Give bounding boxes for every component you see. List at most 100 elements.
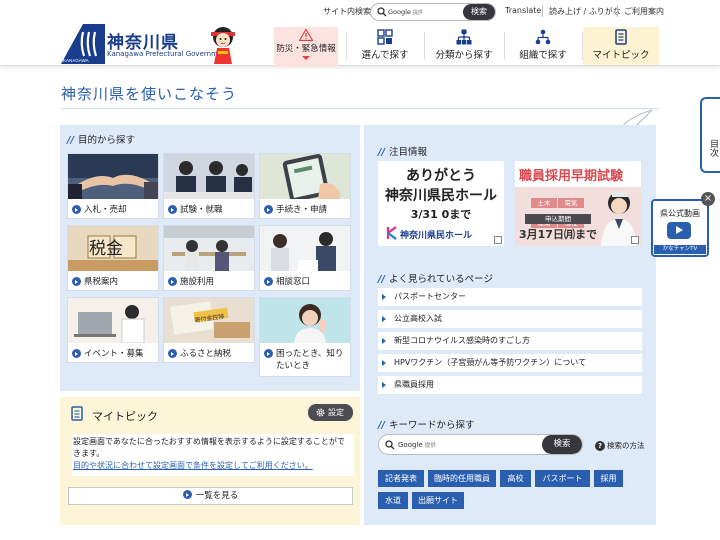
card-furusato[interactable]: 寄付金控除 ふるさと納税 bbox=[163, 297, 255, 363]
arrow-icon bbox=[382, 316, 386, 322]
banner-kenmin-hall[interactable]: ありがとう 神奈川県民ホール 3/31 0まで 神奈川県民ホール bbox=[378, 161, 504, 246]
grid-icon bbox=[377, 29, 393, 45]
slash-icon: // bbox=[378, 274, 385, 285]
consultation-photo bbox=[260, 226, 350, 271]
arrow-icon bbox=[72, 349, 81, 358]
keyword-tag[interactable]: 臨時的任用職員 bbox=[428, 470, 496, 487]
card-exam[interactable]: 試験・就職 bbox=[163, 153, 255, 219]
usage-guide-link[interactable]: ご利用案内 bbox=[624, 6, 664, 17]
divider bbox=[542, 5, 543, 17]
site-search-label: サイト内検索 bbox=[323, 7, 371, 16]
card-label: 困ったとき、知りたいとき bbox=[260, 343, 350, 377]
mytopic-settings-link[interactable]: 目的や状況に合わせて設定画面で条件を設定してご利用ください。 bbox=[73, 461, 313, 470]
video-widget-title: 県公式動画 bbox=[660, 209, 700, 218]
banner-logo-text: 神奈川県民ホール bbox=[400, 231, 473, 241]
arrow-icon bbox=[264, 277, 273, 286]
divider bbox=[504, 32, 505, 60]
video-channel-label: かなチャンTV bbox=[654, 245, 706, 254]
arrow-icon bbox=[72, 205, 81, 214]
slash-icon: // bbox=[378, 147, 385, 158]
prefecture-logo[interactable]: KANAGAWA bbox=[61, 24, 105, 64]
nav-mytopic-label: マイトピック bbox=[592, 50, 650, 61]
divider bbox=[617, 5, 618, 17]
card-consultation[interactable]: 相談窓口 bbox=[259, 225, 351, 291]
close-icon[interactable]: × bbox=[701, 192, 715, 206]
utility-bar: サイト内検索 Google 提供 検索 Translate 読み上げ / ふりがな… bbox=[0, 0, 720, 24]
site-search-input[interactable]: Google 提供 検索 bbox=[370, 3, 496, 21]
card-label: 相談窓口 bbox=[260, 271, 350, 292]
popular-link[interactable]: HPVワクチン（子宮頸がん等予防ワクチン）について bbox=[378, 354, 642, 372]
disaster-info-button[interactable]: 防災・緊急情報 bbox=[274, 27, 338, 67]
toc-tab[interactable]: 目次 bbox=[700, 97, 720, 173]
nav-choose[interactable]: 選んで探す bbox=[350, 27, 420, 65]
card-label: 手続き・申請 bbox=[260, 199, 350, 220]
popular-link[interactable]: 県職員採用 bbox=[378, 376, 642, 394]
external-link-icon bbox=[494, 236, 502, 244]
popular-link[interactable]: パスポートセンター bbox=[378, 288, 642, 306]
external-link-icon bbox=[631, 236, 639, 244]
mascot-character bbox=[211, 27, 235, 64]
keyword-search-input[interactable]: Google 提供 検索 bbox=[378, 434, 583, 455]
search-placeholder: Google 提供 bbox=[388, 8, 423, 16]
nav-organization[interactable]: 組織で探す bbox=[508, 27, 578, 65]
keyword-tag[interactable]: 高校 bbox=[500, 470, 531, 487]
keyword-tag[interactable]: 採用 bbox=[594, 470, 623, 487]
tree-icon bbox=[456, 29, 472, 45]
mytopic-panel: マイトピック 設定 設定画面であなたに合ったおすすめ情報を表示するように設定する… bbox=[60, 397, 360, 525]
woman-thinking-photo bbox=[260, 298, 350, 343]
translate-link[interactable]: Translate bbox=[505, 6, 541, 15]
kenmin-hall-logo-icon bbox=[386, 226, 397, 240]
book-icon bbox=[71, 406, 83, 421]
caret-down-icon bbox=[302, 56, 310, 60]
card-facility[interactable]: 施設利用 bbox=[163, 225, 255, 291]
svg-text:KANAGAWA: KANAGAWA bbox=[63, 58, 89, 63]
search-placeholder: Google 提供 bbox=[398, 441, 436, 449]
banner-line2: 神奈川県民ホール bbox=[385, 188, 497, 204]
keyword-tag[interactable]: 出願サイト bbox=[412, 492, 464, 509]
play-icon bbox=[667, 222, 691, 239]
view-list-label: 一覧を見る bbox=[195, 491, 239, 501]
org-icon bbox=[535, 29, 551, 45]
nav-category[interactable]: 分類から探す bbox=[428, 27, 500, 65]
help-icon: ? bbox=[595, 441, 605, 451]
keyword-search-button[interactable]: 検索 bbox=[542, 435, 582, 454]
official-video-widget[interactable]: 県公式動画 かなチャンTV bbox=[651, 199, 709, 257]
card-label: ふるさと納税 bbox=[164, 343, 254, 364]
arrow-icon bbox=[382, 360, 386, 366]
site-search-button[interactable]: 検索 bbox=[463, 4, 495, 20]
nav-mytopic[interactable]: マイトピック bbox=[583, 27, 659, 65]
banner-recruitment[interactable]: 職員採用早期試験 土木電気建築福祉 申込期間 3月17日㈪まで bbox=[515, 161, 641, 246]
keyword-tag[interactable]: パスポート bbox=[535, 470, 590, 487]
popular-link[interactable]: 新型コロナウイルス感染時のすごし方 bbox=[378, 332, 642, 350]
view-list-button[interactable]: 一覧を見る bbox=[68, 487, 353, 505]
card-event[interactable]: イベント・募集 bbox=[67, 297, 159, 363]
search-icon bbox=[385, 440, 395, 450]
mytopic-description: 設定画面であなたに合ったおすすめ情報を表示するように設定することができます。 目… bbox=[72, 434, 354, 476]
gear-icon bbox=[316, 408, 325, 417]
read-aloud-link[interactable]: 読み上げ / ふりがな bbox=[549, 6, 621, 17]
arrow-icon bbox=[168, 349, 177, 358]
right-panel: //注目情報 ありがとう 神奈川県民ホール 3/31 0まで 神奈川県民ホール … bbox=[364, 125, 656, 525]
arrow-icon bbox=[264, 205, 273, 214]
keyword-tag[interactable]: 水道 bbox=[378, 492, 408, 509]
title-underline bbox=[61, 108, 659, 109]
banner-line3: 3/31 0まで bbox=[410, 208, 472, 221]
exam-photo bbox=[164, 154, 254, 199]
arrow-icon bbox=[382, 382, 386, 388]
divider bbox=[346, 32, 347, 60]
card-trouble[interactable]: 困ったとき、知りたいとき bbox=[259, 297, 351, 377]
laptop-photo bbox=[68, 298, 158, 343]
card-procedure[interactable]: 手続き・申請 bbox=[259, 153, 351, 219]
keyword-tag[interactable]: 記者発表 bbox=[378, 470, 424, 487]
popular-link[interactable]: 公立高校入試 bbox=[378, 310, 642, 328]
card-label: 県税案内 bbox=[68, 271, 158, 292]
card-tax[interactable]: 税金 県税案内 bbox=[67, 225, 159, 291]
disaster-info-label: 防災・緊急情報 bbox=[276, 44, 336, 54]
divider bbox=[424, 32, 425, 60]
search-help-link[interactable]: ? 検索の方法 bbox=[595, 440, 645, 451]
settings-button[interactable]: 設定 bbox=[308, 404, 353, 421]
settings-label: 設定 bbox=[328, 408, 344, 417]
card-label: 入札・売却 bbox=[68, 199, 158, 220]
card-bidding[interactable]: 入札・売却 bbox=[67, 153, 159, 219]
nav-choose-label: 選んで探す bbox=[361, 50, 409, 61]
